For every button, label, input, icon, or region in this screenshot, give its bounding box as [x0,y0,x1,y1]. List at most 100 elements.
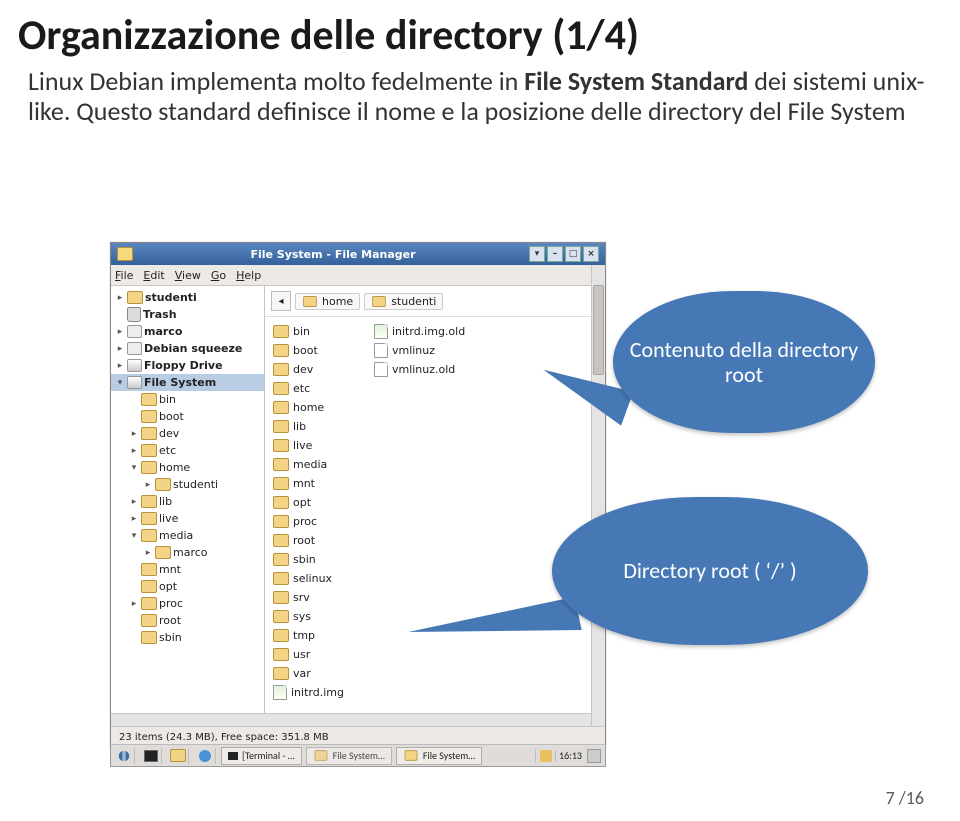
file-item-proc[interactable]: proc [273,513,344,530]
file-item-selinux[interactable]: selinux [273,570,344,587]
file-item-live[interactable]: live [273,437,344,454]
desktop-panel: [Terminal - … File System… File System… … [110,744,606,767]
menu-go[interactable]: Go [211,269,226,282]
tree-item-trash[interactable]: ▸Trash [111,306,264,323]
tree-item-label: etc [159,444,176,457]
v-scrollbar[interactable] [591,265,605,727]
breadcrumb-studenti[interactable]: studenti [364,293,443,310]
tree-sidebar[interactable]: ▸studenti▸Trash▸marco▸Debian squeeze▸Flo… [111,286,265,720]
start-menu[interactable] [114,748,135,764]
tree-item-home[interactable]: ▾ home [111,459,264,476]
show-desktop[interactable] [587,749,601,763]
tree-item-root[interactable]: ▸root [111,612,264,629]
expand-icon[interactable]: ▸ [115,344,125,354]
file-item-initrd-img-old[interactable]: initrd.img.old [374,323,465,340]
file-item-label: opt [293,496,311,509]
systray[interactable]: 16:13 [535,749,605,763]
folder-icon [273,458,289,471]
file-item-root[interactable]: root [273,532,344,549]
location-bar[interactable]: ◂ home studenti [265,286,605,317]
tree-item-label: home [159,461,190,474]
file-item-bin[interactable]: bin [273,323,344,340]
folder-icon [273,325,289,338]
menu-file[interactable]: File [115,269,133,282]
folder-icon [273,382,289,395]
tree-item-marco[interactable]: ▸marco [111,323,264,340]
folder-icon [273,667,289,680]
expand-icon[interactable]: ▸ [115,293,125,303]
expand-icon[interactable]: ▸ [129,429,139,439]
tray-icon[interactable] [540,750,552,762]
maximize-button[interactable]: □ [565,246,581,262]
folder-icon [273,629,289,642]
expand-icon[interactable]: ▸ [115,327,125,337]
file-item-initrd-img[interactable]: initrd.img [273,684,344,701]
tree-item-live[interactable]: ▸live [111,510,264,527]
slide-title: Organizzazione delle directory (1/4) [18,10,960,61]
expand-icon[interactable]: ▸ [129,599,139,609]
expand-icon[interactable]: ▾ [129,463,139,473]
tree-item-marco[interactable]: ▸marco [111,544,264,561]
file-item-mnt[interactable]: mnt [273,475,344,492]
folder-icon [273,553,289,566]
breadcrumb-home[interactable]: home [295,293,360,310]
file-item-dev[interactable]: dev [273,361,344,378]
tree-item-proc[interactable]: ▸proc [111,595,264,612]
task-terminal[interactable]: [Terminal - … [221,747,302,765]
file-item-vmlinuz[interactable]: vmlinuz [374,342,465,359]
folder-icon [141,427,157,440]
window-titlebar[interactable]: File System - File Manager ▾ – □ × [111,243,605,265]
expand-icon[interactable]: ▾ [129,531,139,541]
file-item-sys[interactable]: sys [273,608,344,625]
close-button[interactable]: × [583,246,599,262]
expand-icon[interactable]: ▸ [143,480,153,490]
file-item-sbin[interactable]: sbin [273,551,344,568]
tree-item-lib[interactable]: ▸lib [111,493,264,510]
tree-item-boot[interactable]: ▸boot [111,408,264,425]
file-item-boot[interactable]: boot [273,342,344,359]
file-item-vmlinuz-old[interactable]: vmlinuz.old [374,361,465,378]
keep-below-button[interactable]: ▾ [529,246,545,262]
file-item-tmp[interactable]: tmp [273,627,344,644]
back-button[interactable]: ◂ [271,291,291,311]
file-item-lib[interactable]: lib [273,418,344,435]
expand-icon[interactable]: ▸ [129,514,139,524]
expand-icon[interactable]: ▸ [129,497,139,507]
terminal-launcher[interactable] [141,748,162,764]
file-item-srv[interactable]: srv [273,589,344,606]
tree-item-opt[interactable]: ▸opt [111,578,264,595]
expand-icon[interactable]: ▾ [115,378,125,388]
file-item-opt[interactable]: opt [273,494,344,511]
expand-icon[interactable]: ▸ [143,548,153,558]
file-item-etc[interactable]: etc [273,380,344,397]
task-fm-1[interactable]: File System… [306,747,392,765]
expand-icon[interactable]: ▸ [115,361,125,371]
file-manager-window: File System - File Manager ▾ – □ × File … [110,242,606,748]
tree-item-studenti[interactable]: ▸studenti [111,476,264,493]
tree-item-debian-squeeze[interactable]: ▸Debian squeeze [111,340,264,357]
tree-item-media[interactable]: ▾media [111,527,264,544]
menu-help[interactable]: Help [236,269,261,282]
file-item-usr[interactable]: usr [273,646,344,663]
tree-item-mnt[interactable]: ▸mnt [111,561,264,578]
tree-item-studenti[interactable]: ▸studenti [111,289,264,306]
browser-launcher[interactable] [195,748,216,764]
tree-item-floppy-drive[interactable]: ▸Floppy Drive [111,357,264,374]
task-fm-2[interactable]: File System… [396,747,482,765]
minimize-button[interactable]: – [547,246,563,262]
folder-icon [273,591,289,604]
tree-item-label: mnt [159,563,181,576]
menu-view[interactable]: View [175,269,201,282]
menu-edit[interactable]: Edit [143,269,164,282]
tree-item-sbin[interactable]: ▸sbin [111,629,264,646]
file-item-media[interactable]: media [273,456,344,473]
expand-icon[interactable]: ▸ [129,446,139,456]
tree-item-etc[interactable]: ▸ etc [111,442,264,459]
file-item-var[interactable]: var [273,665,344,682]
tree-item-bin[interactable]: ▸bin [111,391,264,408]
tree-item-file-system[interactable]: ▾File System [111,374,264,391]
tree-item-dev[interactable]: ▸dev [111,425,264,442]
file-item-home[interactable]: home [273,399,344,416]
h-scrollbar[interactable] [111,713,592,727]
fm-launcher[interactable] [168,748,189,764]
